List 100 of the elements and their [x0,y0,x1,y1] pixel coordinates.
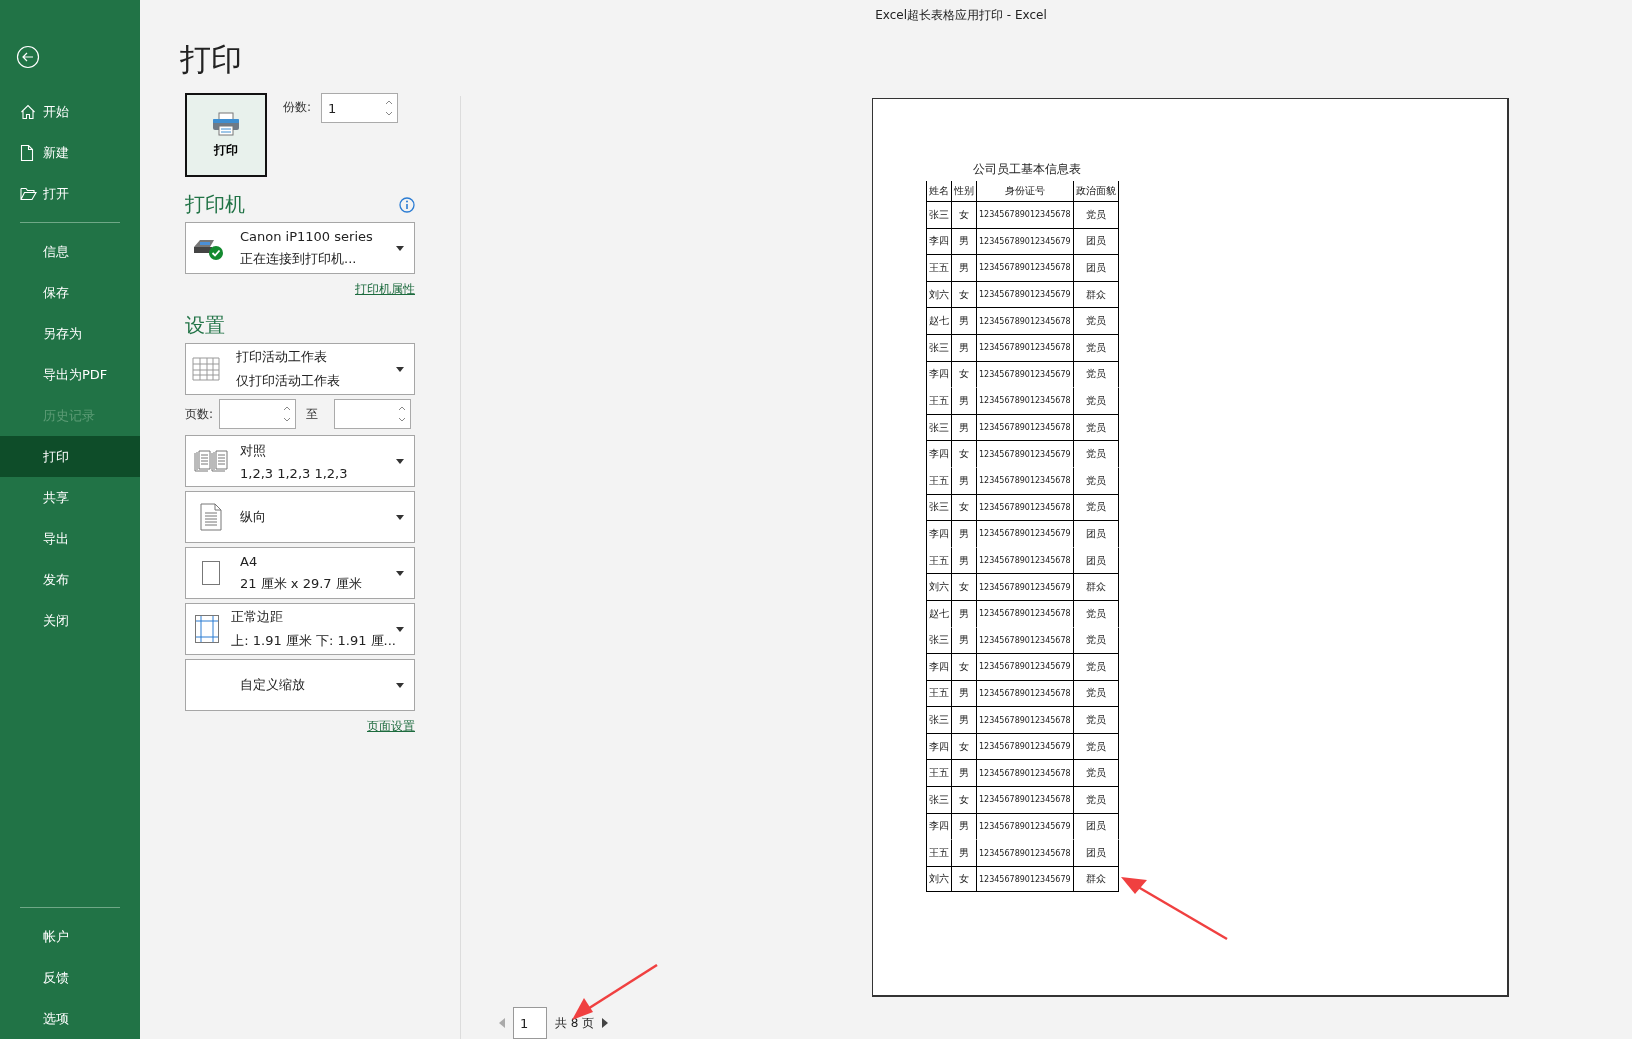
table-cell: 123456789012345679 [977,280,1074,308]
table-cell: 王五 [927,387,952,414]
table-cell: 党员 [1073,732,1119,760]
table-cell: 男 [952,413,977,441]
table-cell: 团员 [1073,520,1119,547]
section-heading: 设置 [185,312,225,339]
printer-dropdown[interactable]: Canon iP1100 series 正在连接到打印机... [185,222,415,274]
sidebar-item[interactable]: 导出 [0,518,140,559]
table-cell: 女 [952,865,977,893]
sidebar-item[interactable]: 关闭 [0,600,140,641]
table-cell: 党员 [1073,360,1119,388]
table-cell: 123456789012345678 [977,706,1074,733]
caret-icon [396,245,404,251]
sidebar-item[interactable]: 打印 [0,436,140,477]
sidebar-item[interactable]: 帐户 [0,916,140,957]
table-cell: 党员 [1073,493,1119,521]
previous-page-icon[interactable] [499,1018,505,1028]
copies-field[interactable]: 1 [321,93,399,123]
table-cell: 123456789012345678 [977,679,1074,707]
table-cell: 党员 [1073,387,1119,414]
table-cell: 刘六 [927,573,952,600]
table-cell: 王五 [927,254,952,281]
table-cell: 男 [952,227,977,255]
table-cell: 张三 [927,333,952,361]
settings-dropdown[interactable]: 纵向 [185,491,415,543]
table-cell: 123456789012345679 [977,573,1074,600]
sidebar-item[interactable]: 新建 [0,132,140,173]
page-outline-icon [202,561,220,585]
table-cell: 团员 [1073,227,1119,255]
table-cell: 123456789012345679 [977,865,1074,893]
window-title: Excel超长表格应用打印 - Excel [875,7,1047,24]
table-cell: 张三 [927,626,952,654]
page-setup-link[interactable]: 页面设置 [367,719,415,733]
sidebar-item[interactable]: 开始 [0,91,140,132]
table-cell: 党员 [1073,706,1119,733]
table-cell: 123456789012345678 [977,254,1074,281]
next-page-icon[interactable] [602,1018,609,1028]
print-button[interactable]: 打印 [185,93,267,177]
table-cell: 男 [952,254,977,281]
caret-icon [396,570,404,576]
table-cell: 男 [952,812,977,840]
document-icon [20,144,34,161]
sidebar-item[interactable]: 共享 [0,477,140,518]
sidebar-item[interactable]: 发布 [0,559,140,600]
info-icon[interactable] [399,196,415,213]
table-cell: 党员 [1073,201,1119,228]
table-cell: 123456789012345679 [977,227,1074,255]
table-cell: 男 [952,546,977,574]
table-cell: 张三 [927,706,952,733]
settings-dropdown[interactable]: A4 21 厘米 x 29.7 厘米 [185,547,415,599]
table-cell: 123456789012345678 [977,626,1074,654]
section-heading: 打印机 [185,191,245,218]
table-cell: 党员 [1073,626,1119,654]
table-cell: 男 [952,706,977,733]
table-cell: 123456789012345679 [977,360,1074,388]
table-cell: 123456789012345678 [977,759,1074,787]
table-cell: 123456789012345679 [977,440,1074,467]
table-cell: 李四 [927,520,952,547]
settings-dropdown[interactable]: 对照 1,2,3 1,2,3 1,2,3 [185,435,415,487]
sidebar-item[interactable]: 保存 [0,272,140,313]
spinner-arrows-icon[interactable] [283,405,292,423]
table-cell: 群众 [1073,865,1119,893]
sidebar-item[interactable]: 导出为PDF [0,354,140,395]
table-cell: 123456789012345678 [977,493,1074,521]
table-title: 公司员工基本信息表 [972,161,1082,178]
spinner-arrows-icon[interactable] [398,405,407,423]
table-cell: 123456789012345678 [977,599,1074,627]
sidebar-item[interactable]: 打开 [0,173,140,214]
table-cell: 刘六 [927,865,952,893]
table-cell: 女 [952,201,977,228]
table-cell: 王五 [927,679,952,707]
pages-label: 页数: [185,405,214,423]
copies-label: 份数: [283,99,312,116]
column-header: 政治面貌 [1073,181,1119,201]
home-icon [20,103,36,120]
table-cell: 女 [952,786,977,813]
printer-properties-link[interactable]: 打印机属性 [355,282,415,296]
table-cell: 男 [952,466,977,494]
page-from-field[interactable] [219,399,297,429]
page-number-field[interactable]: 1 [513,1007,547,1039]
column-header: 身份证号 [977,181,1074,201]
table-cell: 党员 [1073,759,1119,787]
page-heading: 打印 [180,40,243,79]
table-cell: 123456789012345678 [977,333,1074,361]
sidebar-item[interactable]: 信息 [0,231,140,272]
settings-dropdown[interactable]: 自定义缩放 [185,659,415,711]
sidebar-item[interactable]: 反馈 [0,957,140,998]
page-to-field[interactable] [334,399,412,429]
table-cell: 王五 [927,759,952,787]
table-cell: 党员 [1073,466,1119,494]
sidebar-item[interactable]: 选项 [0,998,140,1039]
caret-icon [396,682,404,688]
settings-dropdown[interactable]: 正常边距 上: 1.91 厘米 下: 1.91 厘... [185,603,415,655]
spinner-arrows-icon[interactable] [385,99,394,117]
table-cell: 男 [952,839,977,866]
table-cell: 张三 [927,201,952,228]
table-cell: 群众 [1073,280,1119,308]
print-what-dropdown[interactable]: 打印活动工作表 仅打印活动工作表 [185,343,415,395]
sidebar-item[interactable]: 另存为 [0,313,140,354]
table-cell: 123456789012345678 [977,466,1074,494]
